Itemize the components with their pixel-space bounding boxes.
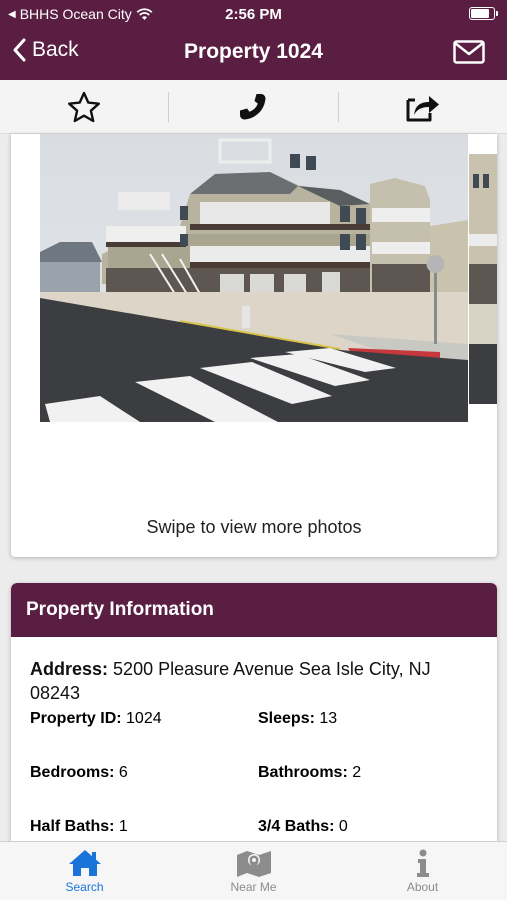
property-id-value: 1024: [126, 710, 162, 727]
top-bar: ◀ BHHS Ocean City 2:56 PM Back Property …: [0, 0, 507, 80]
address-label: Address:: [30, 659, 109, 679]
tab-near-me-label: Near Me: [230, 880, 277, 894]
bathrooms-field: Bathrooms: 2: [258, 764, 361, 782]
back-label: Back: [32, 38, 79, 61]
tab-near-me[interactable]: Near Me: [169, 842, 338, 900]
call-button[interactable]: [169, 80, 337, 134]
property-info-header: Property Information: [11, 583, 497, 637]
share-icon: [406, 95, 439, 121]
property-photo[interactable]: [40, 134, 468, 422]
sleeps-value: 13: [319, 710, 338, 727]
battery-icon: [469, 7, 498, 20]
sleeps-field: Sleeps: 13: [258, 710, 337, 728]
tab-search-label: Search: [65, 880, 104, 894]
next-photo-peek[interactable]: [469, 154, 497, 404]
three-quarter-baths-label: 3/4 Baths:: [258, 818, 335, 835]
nav-bar: Back Property 1024: [0, 30, 507, 78]
action-toolbar: [0, 80, 507, 134]
info-row-id-sleeps: Property ID: 1024 Sleeps: 13: [30, 710, 490, 734]
sleeps-label: Sleeps:: [258, 710, 315, 727]
three-quarter-baths-field: 3/4 Baths: 0: [258, 818, 348, 836]
map-icon: [236, 851, 271, 877]
tab-about-label: About: [406, 880, 439, 894]
property-id-field: Property ID: 1024: [30, 710, 162, 728]
address-row: Address: 5200 Pleasure Avenue Sea Isle C…: [30, 657, 470, 705]
chevron-left-icon: [13, 38, 26, 62]
share-button[interactable]: [339, 80, 507, 134]
half-baths-label: Half Baths:: [30, 818, 115, 835]
envelope-icon: [453, 40, 485, 64]
status-time: 2:56 PM: [225, 6, 282, 23]
tab-about[interactable]: About: [338, 842, 507, 900]
bedrooms-value: 6: [118, 764, 128, 781]
tab-search[interactable]: Search: [0, 842, 169, 900]
next-photo-image: [469, 154, 497, 404]
info-row-half-baths: Half Baths: 1 3/4 Baths: 0: [30, 818, 490, 842]
tab-bar: Search Near Me About: [0, 841, 507, 900]
property-id-label: Property ID:: [30, 710, 122, 727]
back-button[interactable]: Back: [12, 38, 79, 62]
property-photo-image: [40, 134, 468, 422]
mail-button[interactable]: [453, 40, 485, 69]
property-info-body: Address: 5200 Pleasure Avenue Sea Isle C…: [11, 637, 497, 705]
phone-icon: [240, 93, 266, 119]
bedrooms-label: Bedrooms:: [30, 764, 115, 781]
bathrooms-label: Bathrooms:: [258, 764, 348, 781]
bathrooms-value: 2: [352, 764, 362, 781]
bedrooms-field: Bedrooms: 6: [30, 764, 128, 782]
photo-card: Swipe to view more photos: [11, 134, 497, 557]
favorite-button[interactable]: [0, 80, 168, 134]
info-icon: [416, 849, 429, 877]
half-baths-field: Half Baths: 1: [30, 818, 128, 836]
info-row-bedrooms-bathrooms: Bedrooms: 6 Bathrooms: 2: [30, 764, 490, 788]
star-icon: [68, 91, 101, 122]
status-bar: ◀ BHHS Ocean City 2:56 PM: [0, 0, 507, 28]
three-quarter-baths-value: 0: [338, 818, 348, 835]
home-icon: [68, 850, 101, 876]
half-baths-value: 1: [118, 818, 128, 835]
swipe-hint: Swipe to view more photos: [146, 517, 362, 537]
